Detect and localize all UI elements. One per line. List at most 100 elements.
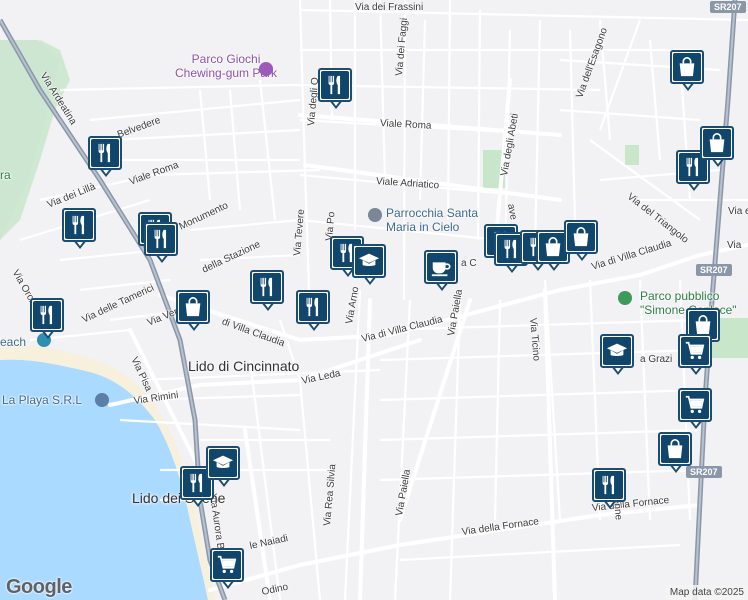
marker-box	[678, 334, 712, 368]
marker-inner	[91, 139, 119, 167]
shopping-bag-icon	[570, 226, 592, 248]
marker-inner	[681, 337, 709, 365]
poi-label: Parco pubblico	[640, 289, 720, 303]
church-icon	[368, 208, 382, 222]
marker-box	[210, 548, 244, 582]
marker-inner	[681, 391, 709, 419]
map-attribution: Map data ©2025	[665, 585, 748, 600]
marker-box	[206, 446, 240, 480]
marker-inner	[427, 253, 455, 281]
shopping-bag-icon	[664, 438, 686, 460]
marker-inner	[179, 293, 207, 321]
map-marker-school-2[interactable]	[600, 334, 638, 380]
marker-box	[88, 136, 122, 170]
marker-inner	[703, 129, 731, 157]
map-marker-restaurant-1[interactable]	[318, 68, 356, 114]
marker-inner	[603, 337, 631, 365]
street-label: a Grazi	[640, 354, 673, 365]
map-marker-restaurant-14[interactable]	[592, 468, 630, 514]
poi-label: each	[0, 335, 27, 349]
street-label: ave	[505, 202, 519, 221]
poi-label: ra	[0, 168, 11, 182]
cafe-icon	[430, 256, 452, 278]
marker-box	[30, 298, 64, 332]
green-area-ne	[625, 145, 639, 165]
pin-icon	[95, 393, 109, 407]
shopping-cart-icon	[216, 554, 238, 576]
poi-ra: ra	[0, 168, 11, 182]
map-marker-restaurant-8[interactable]	[296, 290, 334, 336]
marker-box	[250, 270, 284, 304]
marker-box	[352, 244, 386, 278]
map-marker-restaurant-9[interactable]	[30, 298, 68, 344]
marker-box	[62, 208, 96, 242]
marker-box	[424, 250, 458, 284]
school-icon	[606, 340, 628, 362]
marker-box	[600, 334, 634, 368]
map-marker-shopping-7[interactable]	[658, 432, 696, 478]
marker-box	[144, 222, 178, 256]
marker-box	[592, 468, 626, 502]
marker-inner	[299, 293, 327, 321]
restaurant-icon	[94, 142, 116, 164]
map-marker-grocery-1[interactable]	[678, 334, 716, 380]
map-marker-restaurant-5[interactable]	[144, 222, 182, 268]
shopping-cart-icon	[684, 340, 706, 362]
poi-label: Maria in Cielo	[386, 220, 460, 234]
google-logo: Google	[6, 576, 72, 598]
poi-la-playa[interactable]: La Playa S.R.L	[2, 393, 82, 407]
marker-inner	[33, 301, 61, 329]
marker-inner	[65, 211, 93, 239]
restaurant-icon	[500, 238, 522, 260]
restaurant-icon	[256, 276, 278, 298]
shopping-bag-icon	[182, 296, 204, 318]
map-marker-grocery-2[interactable]	[678, 388, 716, 434]
marker-inner	[253, 273, 281, 301]
restaurant-icon	[68, 214, 90, 236]
restaurant-icon	[324, 74, 346, 96]
school-icon	[358, 250, 380, 272]
shopping-cart-icon	[684, 394, 706, 416]
street-label: a C	[461, 258, 477, 269]
map-marker-cafe-1[interactable]	[424, 250, 462, 296]
marker-box	[318, 68, 352, 102]
marker-box	[296, 290, 330, 324]
road-shield: SR207	[710, 1, 746, 13]
marker-inner	[321, 71, 349, 99]
marker-box	[678, 388, 712, 422]
poi-parrocchia[interactable]: Parrocchia Santa Maria in Cielo	[386, 206, 478, 234]
restaurant-icon	[186, 472, 208, 494]
map-marker-grocery-3[interactable]	[210, 548, 248, 594]
poi-beach[interactable]: each	[0, 335, 26, 349]
marker-inner	[147, 225, 175, 253]
marker-inner	[355, 247, 383, 275]
marker-inner	[673, 53, 701, 81]
shopping-bag-icon	[542, 236, 564, 258]
marker-box	[670, 50, 704, 84]
poi-label: La Playa S.R.L	[2, 393, 83, 407]
road-shield: SR207	[696, 264, 732, 276]
marker-box	[176, 290, 210, 324]
marker-inner	[661, 435, 689, 463]
marker-inner	[209, 449, 237, 477]
marker-inner	[539, 233, 567, 261]
map-marker-restaurant-2[interactable]	[88, 136, 126, 182]
map-marker-shopping-5[interactable]	[176, 290, 214, 336]
map-marker-shopping-2[interactable]	[700, 126, 738, 172]
restaurant-icon	[302, 296, 324, 318]
amusement-icon	[259, 62, 273, 76]
park-icon	[618, 291, 632, 305]
map-marker-restaurant-3[interactable]	[62, 208, 100, 254]
map-marker-school-1[interactable]	[352, 244, 390, 290]
street-label: Via e	[728, 206, 748, 217]
map-marker-shopping-4[interactable]	[564, 220, 602, 266]
school-icon	[212, 452, 234, 474]
restaurant-icon	[150, 228, 172, 250]
map-marker-school-3[interactable]	[206, 446, 244, 492]
marker-box	[700, 126, 734, 160]
restaurant-icon	[598, 474, 620, 496]
marker-box	[564, 220, 598, 254]
map-marker-shopping-1[interactable]	[670, 50, 708, 96]
town-label: Lido di Cincinnato	[188, 358, 300, 374]
map-marker-restaurant-7[interactable]	[250, 270, 288, 316]
